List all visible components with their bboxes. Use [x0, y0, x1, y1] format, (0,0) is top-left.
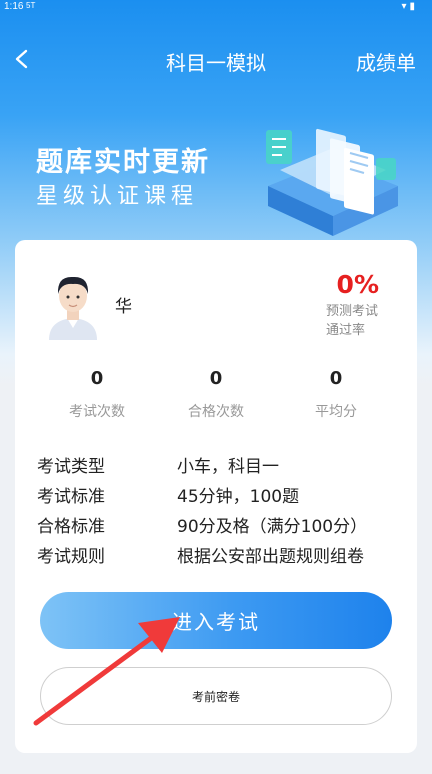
info-key: 考试规则 — [37, 547, 105, 567]
info-value: 45分钟，100题 — [177, 487, 300, 507]
stat-average-score: 0 平均分 — [276, 368, 396, 421]
exam-stats: 0 考试次数 0 合格次数 0 平均分 — [15, 368, 417, 428]
status-time: 1:16 — [4, 1, 24, 12]
promo-title: 题库实时更新 — [36, 147, 210, 178]
user-name: 华 — [115, 297, 132, 317]
start-exam-button[interactable]: 进入考试 — [40, 592, 392, 649]
info-value: 根据公安部出题规则组卷 — [177, 547, 364, 567]
exam-info-card: 华 0% 预测考试通过率 0 考试次数 0 合格次数 0 平均分 考试类型 小车… — [15, 240, 417, 753]
stat-label: 平均分 — [315, 404, 357, 420]
status-bar: 1:16 5T ▾▮ — [0, 0, 432, 16]
promo-subtitle: 星级认证课程 — [36, 184, 199, 209]
stat-value: 0 — [209, 368, 223, 389]
stat-exam-count: 0 考试次数 — [37, 368, 157, 421]
battery-icon: ▮ — [409, 1, 418, 12]
info-key: 考试标准 — [37, 487, 105, 507]
info-value: 小车，科目一 — [177, 457, 279, 477]
info-value: 90分及格（满分100分） — [177, 517, 368, 537]
question-bank-illustration — [266, 128, 398, 236]
stat-pass-count: 0 合格次数 — [156, 368, 276, 421]
info-key: 考试类型 — [37, 457, 105, 477]
avatar — [49, 276, 97, 340]
pass-rate-label: 预测考试通过率 — [326, 304, 379, 338]
report-card-button[interactable]: 成绩单 — [356, 47, 416, 76]
status-network: 5T — [26, 1, 36, 10]
chevron-left-icon — [15, 49, 28, 69]
stat-label: 合格次数 — [188, 404, 244, 420]
stat-value: 0 — [90, 368, 104, 389]
pass-rate-value: 0% — [336, 270, 379, 299]
info-key: 合格标准 — [37, 517, 105, 537]
stat-value: 0 — [329, 368, 343, 389]
pre-exam-paper-button[interactable]: 考前密卷 — [40, 667, 392, 725]
stat-label: 考试次数 — [69, 404, 125, 420]
back-button[interactable] — [12, 48, 34, 70]
status-icons: ▾▮ — [401, 1, 418, 12]
